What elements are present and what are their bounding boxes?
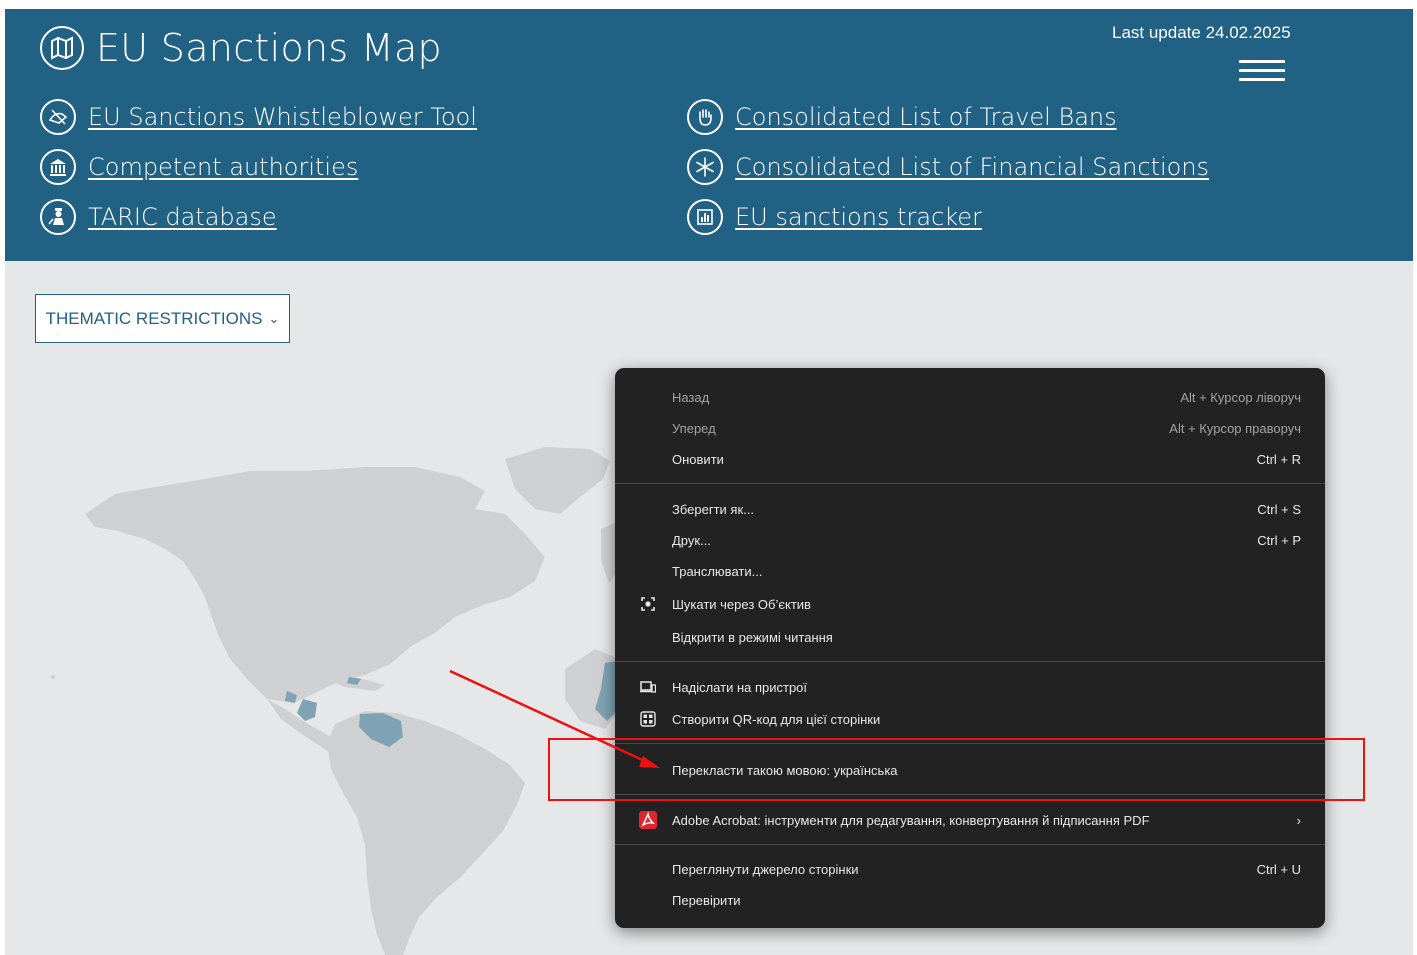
customs-officer-icon — [40, 199, 76, 235]
menu-item-view-source[interactable]: Переглянути джерело сторінки Ctrl + U — [615, 855, 1325, 883]
map-icon — [40, 26, 84, 70]
map-region — [85, 467, 545, 703]
menu-item-adobe-acrobat[interactable]: Adobe Acrobat: інструменти для редагуван… — [615, 806, 1325, 834]
menu-item-inspect[interactable]: Перевірити — [615, 886, 1325, 914]
link-sanctions-tracker[interactable]: EU sanctions tracker — [687, 199, 982, 235]
bar-chart-icon — [687, 199, 723, 235]
menu-item-save-as[interactable]: Зберегти як... Ctrl + S — [615, 495, 1325, 523]
link-whistleblower-tool[interactable]: EU Sanctions Whistleblower Tool — [40, 99, 477, 135]
menu-item-send-to-devices[interactable]: Надіслати на пристрої — [615, 673, 1325, 701]
menu-item-search-lens[interactable]: Шукати через Об’єктив — [615, 590, 1325, 618]
map-region — [327, 711, 525, 955]
menu-separator — [615, 743, 1325, 744]
chevron-right-icon: › — [1296, 812, 1301, 828]
link-label: Consolidated List of Financial Sanctions — [735, 153, 1210, 181]
site-title: EU Sanctions Map — [96, 26, 442, 70]
menu-item-reload[interactable]: Оновити Ctrl + R — [615, 445, 1325, 473]
map-region — [505, 447, 610, 514]
link-label: TARIC database — [88, 203, 277, 231]
link-taric-database[interactable]: TARIC database — [40, 199, 277, 235]
menu-item-back[interactable]: Назад Alt + Курсор ліворуч — [615, 383, 1325, 411]
link-travel-bans[interactable]: Consolidated List of Travel Bans — [687, 99, 1117, 135]
qr-code-icon — [639, 710, 657, 728]
menu-icon[interactable] — [1239, 60, 1285, 82]
site-brand[interactable]: EU Sanctions Map — [40, 26, 442, 70]
link-label: EU Sanctions Whistleblower Tool — [88, 103, 477, 131]
link-label: Competent authorities — [88, 153, 359, 181]
menu-item-translate[interactable]: Перекласти такою мовою: українська — [615, 756, 1325, 784]
menu-item-print[interactable]: Друк... Ctrl + P — [615, 526, 1325, 554]
acrobat-icon — [639, 811, 657, 829]
frozen-assets-icon — [687, 149, 723, 185]
link-competent-authorities[interactable]: Competent authorities — [40, 149, 358, 185]
map-island — [51, 675, 55, 679]
link-financial-sanctions[interactable]: Consolidated List of Financial Sanctions — [687, 149, 1209, 185]
link-label: Consolidated List of Travel Bans — [735, 103, 1117, 131]
menu-item-reading-mode[interactable]: Відкрити в режимі читання — [615, 623, 1325, 651]
last-update-text: Last update 24.02.2025 — [1112, 23, 1291, 42]
context-menu: Назад Alt + Курсор ліворуч Уперед Alt + … — [615, 368, 1325, 928]
stop-hand-icon — [687, 99, 723, 135]
link-label: EU sanctions tracker — [735, 203, 982, 231]
dropdown-label: THEMATIC RESTRICTIONS — [45, 308, 263, 328]
menu-separator — [615, 844, 1325, 845]
devices-icon — [639, 678, 657, 696]
thematic-restrictions-dropdown[interactable]: THEMATIC RESTRICTIONS ⌄ — [35, 294, 290, 343]
lens-icon — [639, 595, 657, 613]
map-sanctioned-region — [297, 699, 317, 721]
menu-separator — [615, 794, 1325, 795]
menu-item-create-qr-code[interactable]: Створити QR-код для цієї сторінки — [615, 705, 1325, 733]
site-header: EU Sanctions Map Last update 24.02.2025 … — [5, 9, 1413, 261]
menu-separator — [615, 483, 1325, 484]
chevron-down-icon: ⌄ — [268, 310, 280, 326]
menu-item-cast[interactable]: Транслювати... — [615, 557, 1325, 585]
menu-item-forward[interactable]: Уперед Alt + Курсор праворуч — [615, 414, 1325, 442]
menu-separator — [615, 661, 1325, 662]
whistleblower-icon — [40, 99, 76, 135]
institution-icon — [40, 149, 76, 185]
